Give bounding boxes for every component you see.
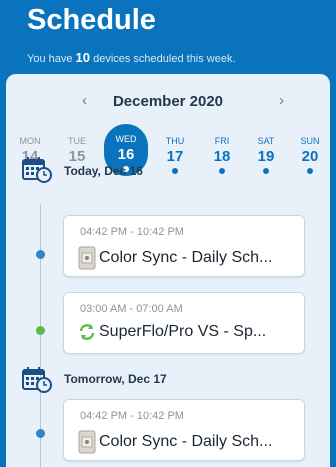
- calendar-clock-icon: [22, 157, 52, 183]
- day-name: FRI: [214, 136, 230, 146]
- day-number: 16: [117, 146, 135, 163]
- schedule-card[interactable]: 04:42 PM - 10:42 PM Color Sync - Daily S…: [63, 399, 305, 461]
- day-number: 18: [213, 148, 231, 165]
- day-sat[interactable]: SAT 19: [246, 130, 286, 174]
- schedule-card[interactable]: 04:42 PM - 10:42 PM Color Sync - Daily S…: [63, 215, 305, 277]
- color-sync-device-icon: [78, 430, 96, 454]
- event-name: Color Sync - Daily Sch...: [78, 246, 272, 270]
- event-name: SuperFlo/Pro VS - Sp...: [78, 323, 266, 341]
- header: Schedule You have 10 devices scheduled t…: [0, 0, 336, 72]
- event-dot: [307, 168, 313, 174]
- event-dot: [172, 168, 178, 174]
- page-title: Schedule: [27, 4, 156, 36]
- day-sun[interactable]: SUN 20: [290, 130, 330, 174]
- schedule-card[interactable]: 03:00 AM - 07:00 AM SuperFlo/Pro VS - Sp…: [63, 292, 305, 354]
- day-number: 20: [301, 148, 319, 165]
- timeline-dot: [36, 326, 45, 335]
- event-time: 03:00 AM - 07:00 AM: [80, 303, 183, 315]
- event-name: Color Sync - Daily Sch...: [78, 430, 272, 454]
- event-name-text: Color Sync - Daily Sch...: [99, 249, 273, 266]
- event-name-text: SuperFlo/Pro VS - Sp...: [99, 323, 267, 340]
- timeline-dot: [36, 429, 45, 438]
- day-name: WED: [115, 134, 137, 144]
- day-name: TUE: [68, 136, 86, 146]
- day-name: SUN: [300, 136, 320, 146]
- event-time: 04:42 PM - 10:42 PM: [80, 226, 184, 238]
- calendar-clock-icon: [22, 367, 52, 393]
- day-fri[interactable]: FRI 18: [202, 130, 242, 174]
- day-thu[interactable]: THU 17: [155, 130, 195, 174]
- timeline-line: [40, 204, 41, 467]
- chevron-right-icon[interactable]: ›: [279, 92, 284, 109]
- pump-sync-icon: [79, 324, 95, 340]
- event-dot: [219, 168, 225, 174]
- month-navigator: ‹ December 2020 ›: [6, 92, 330, 112]
- event-dot: [263, 168, 269, 174]
- day-number: 17: [166, 148, 184, 165]
- day-name: SAT: [257, 136, 275, 146]
- device-count: 10: [75, 50, 91, 65]
- event-time: 04:42 PM - 10:42 PM: [80, 410, 184, 422]
- week-strip: MON 14 TUE 15 WED 16 THU 17 FRI 18 SAT 1…: [6, 124, 330, 186]
- color-sync-device-icon: [78, 246, 96, 270]
- day-name: THU: [165, 136, 185, 146]
- schedule-panel: ‹ December 2020 › MON 14 TUE 15 WED 16 T…: [6, 74, 330, 467]
- section-title-today: Today, Dec 16: [64, 164, 143, 178]
- day-name: MON: [19, 136, 41, 146]
- schedule-summary: You have 10 devices scheduled this week.: [27, 50, 236, 65]
- day-tue[interactable]: TUE 15: [57, 130, 97, 165]
- day-number: 15: [68, 148, 86, 165]
- summary-suffix: devices scheduled this week.: [93, 53, 236, 65]
- event-name-text: Color Sync - Daily Sch...: [99, 433, 273, 450]
- summary-prefix: You have: [27, 53, 73, 65]
- section-title-tomorrow: Tomorrow, Dec 17: [64, 372, 167, 386]
- timeline-dot: [36, 250, 45, 259]
- day-number: 19: [257, 148, 275, 165]
